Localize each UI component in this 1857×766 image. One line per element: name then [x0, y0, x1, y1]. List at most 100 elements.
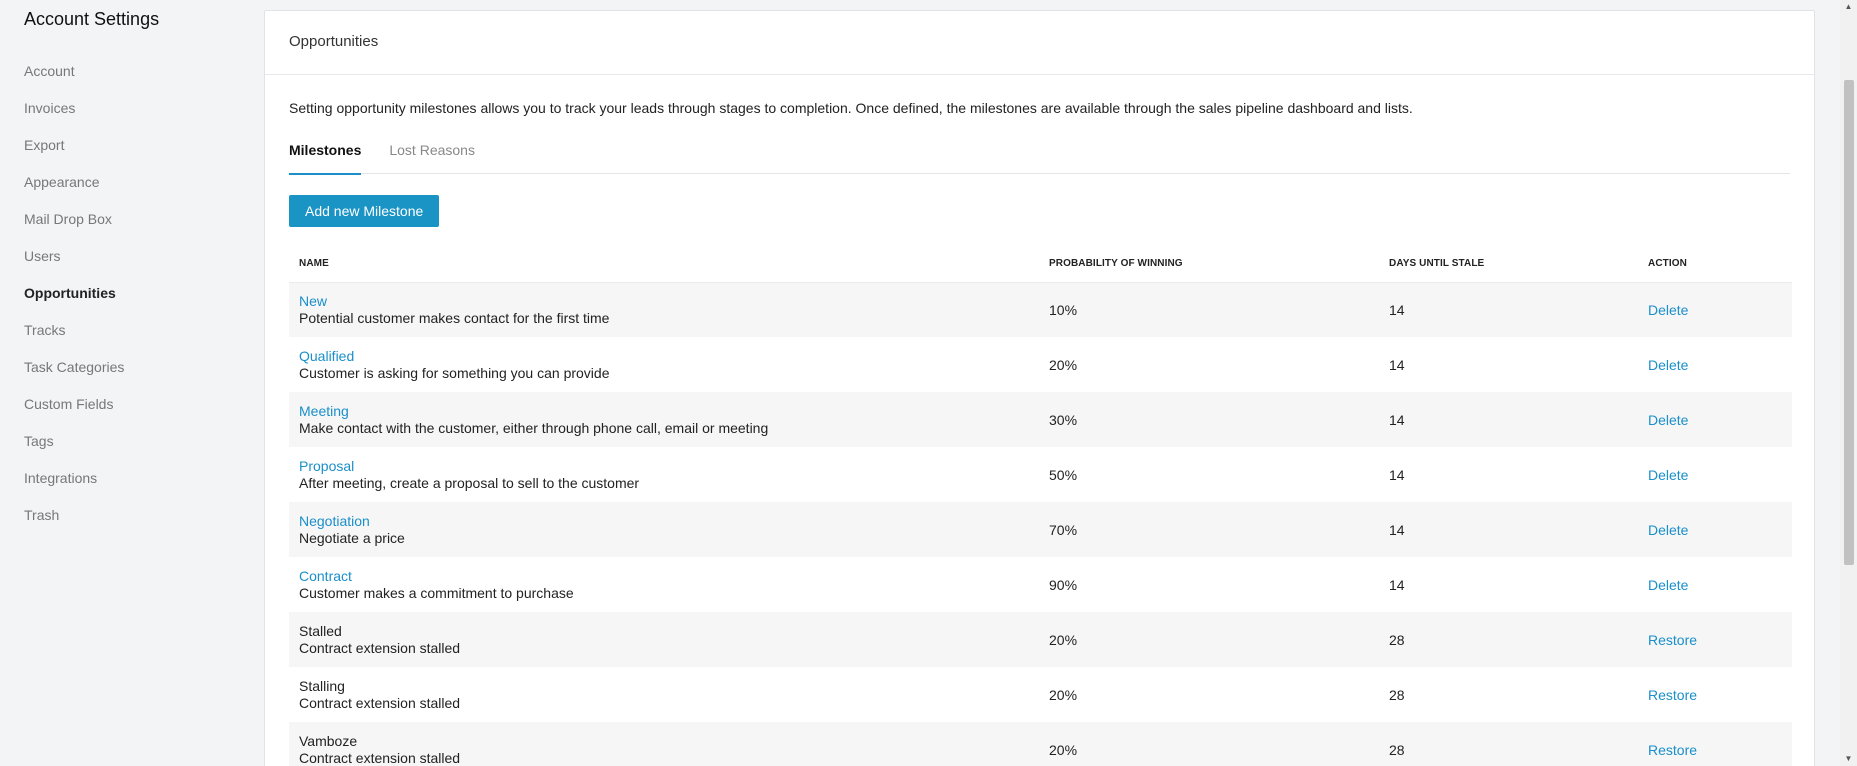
intro-text: Setting opportunity milestones allows yo… — [289, 100, 1413, 116]
delete-link[interactable]: Delete — [1648, 577, 1688, 593]
milestone-name-cell: New Potential customer makes contact for … — [289, 282, 1039, 337]
milestone-name: Vamboze — [299, 732, 358, 749]
milestone-description: Make contact with the customer, either t… — [299, 419, 769, 436]
milestone-description: Potential customer makes contact for the… — [299, 309, 610, 326]
milestone-name-cell: Negotiation Negotiate a price — [289, 502, 1039, 557]
milestone-name-cell: Contract Customer makes a commitment to p… — [289, 557, 1039, 612]
milestone-probability: 20% — [1049, 356, 1078, 373]
milestone-probability: 10% — [1039, 282, 1379, 337]
milestone-description: Contract extension stalled — [299, 749, 461, 766]
header-name[interactable]: NAME — [289, 246, 1039, 283]
milestone-name[interactable]: Meeting — [299, 403, 1029, 420]
scroll-up-icon[interactable]: ▲ — [1840, 0, 1857, 14]
scrollbar-thumb[interactable] — [1844, 80, 1854, 565]
milestone-name[interactable]: Negotiation — [299, 513, 1029, 530]
milestone-action-cell: Delete — [1638, 447, 1792, 502]
page-title: Opportunities — [265, 11, 1814, 75]
header-days-until-stale[interactable]: DAYS UNTIL STALE — [1379, 246, 1638, 283]
add-milestone-button[interactable]: Add new Milestone — [289, 195, 440, 227]
table-row: New Potential customer makes contact for … — [289, 282, 1792, 337]
milestone-name[interactable]: Qualified — [299, 348, 1029, 365]
milestone-name[interactable]: Contract — [299, 568, 1029, 585]
scroll-down-icon[interactable]: ▼ — [1840, 752, 1857, 766]
milestone-action-cell: Delete — [1638, 392, 1792, 447]
milestone-action-cell: Delete — [1638, 502, 1792, 557]
milestone-days-until-stale: 14 — [1379, 282, 1638, 337]
milestone-days-until-stale: 14 — [1389, 576, 1405, 593]
header-probability[interactable]: PROBABILITY OF WINNING — [1039, 246, 1379, 283]
milestone-name-cell: Stalling Contract extension stalled — [289, 667, 1039, 722]
milestone-days-until-stale: 28 — [1389, 686, 1405, 703]
sidebar-item-appearance[interactable]: Appearance — [24, 164, 264, 201]
sidebar-item-tags[interactable]: Tags — [24, 423, 264, 460]
milestone-name-cell: Proposal After meeting, create a proposal… — [289, 447, 1039, 502]
milestones-table: NAME PROBABILITY OF WINNING DAYS UNTIL S… — [289, 246, 1792, 766]
milestone-name-cell: Qualified Customer is asking for somethin… — [289, 337, 1039, 392]
sidebar-item-opportunities[interactable]: Opportunities — [24, 275, 264, 312]
milestone-probability: 50% — [1049, 466, 1078, 483]
milestone-probability: 30% — [1039, 392, 1379, 447]
milestone-days-until-stale: 28 — [1379, 612, 1638, 667]
milestone-days-until-stale: 14 — [1389, 466, 1405, 483]
milestone-probability: 90% — [1049, 576, 1078, 593]
sidebar-item-export[interactable]: Export — [24, 127, 264, 164]
milestone-probability: 70% — [1039, 502, 1379, 557]
sidebar-item-users[interactable]: Users — [24, 238, 264, 275]
milestone-name-cell: Meeting Make contact with the customer, e… — [289, 392, 1039, 447]
delete-link[interactable]: Delete — [1648, 357, 1688, 373]
delete-link[interactable]: Delete — [1648, 412, 1688, 428]
milestone-action-cell: Restore — [1638, 667, 1792, 722]
milestone-description: Customer is asking for something you can… — [299, 364, 610, 381]
tab-milestones[interactable]: Milestones — [289, 140, 362, 175]
tab-bar: Milestones Lost Reasons — [289, 140, 1790, 175]
restore-link[interactable]: Restore — [1648, 687, 1697, 703]
milestone-name-cell: Stalled Contract extension stalled — [289, 612, 1039, 667]
sidebar-item-tracks[interactable]: Tracks — [24, 312, 264, 349]
sidebar-title: Account Settings — [24, 9, 160, 29]
header-action: ACTION — [1638, 246, 1792, 283]
milestone-probability: 20% — [1049, 686, 1078, 703]
sidebar-item-task-categories[interactable]: Task Categories — [24, 349, 264, 386]
table-header-row: NAME PROBABILITY OF WINNING DAYS UNTIL S… — [289, 246, 1792, 283]
milestone-action-cell: Delete — [1638, 557, 1792, 612]
page-scrollbar[interactable]: ▲ ▼ — [1840, 0, 1857, 766]
tab-lost-reasons[interactable]: Lost Reasons — [389, 140, 475, 174]
milestone-days-until-stale: 14 — [1379, 502, 1638, 557]
table-row: Meeting Make contact with the customer, e… — [289, 392, 1792, 447]
milestone-days-until-stale: 14 — [1389, 356, 1405, 373]
milestone-name: Stalled — [299, 622, 342, 639]
sidebar-item-integrations[interactable]: Integrations — [24, 460, 264, 497]
sidebar-item-invoices[interactable]: Invoices — [24, 90, 264, 127]
milestone-days-until-stale: 14 — [1379, 392, 1638, 447]
settings-sidebar: Account Settings Account Invoices Export Ap… — [0, 0, 264, 766]
delete-link[interactable]: Delete — [1648, 467, 1688, 483]
milestone-name[interactable]: Proposal — [299, 458, 1029, 475]
delete-link[interactable]: Delete — [1648, 522, 1688, 538]
sidebar-item-account[interactable]: Account — [24, 53, 264, 90]
delete-link[interactable]: Delete — [1648, 302, 1688, 318]
milestone-probability: 20% — [1039, 722, 1379, 766]
table-row: Proposal After meeting, create a proposal… — [289, 447, 1792, 502]
table-row: Qualified Customer is asking for somethin… — [289, 337, 1792, 392]
milestone-description: After meeting, create a proposal to sell… — [299, 474, 640, 491]
restore-link[interactable]: Restore — [1648, 742, 1697, 758]
milestone-action-cell: Delete — [1638, 282, 1792, 337]
milestone-action-cell: Restore — [1638, 722, 1792, 766]
table-row: Negotiation Negotiate a price 70% 14 Delete — [289, 502, 1792, 557]
milestone-description: Customer makes a commitment to purchase — [299, 584, 574, 601]
milestone-days-until-stale: 28 — [1379, 722, 1638, 766]
milestone-name[interactable]: New — [299, 293, 1029, 310]
milestone-action-cell: Delete — [1638, 337, 1792, 392]
sidebar-item-trash[interactable]: Trash — [24, 497, 264, 534]
table-row: Contract Customer makes a commitment to p… — [289, 557, 1792, 612]
restore-link[interactable]: Restore — [1648, 632, 1697, 648]
milestone-description: Contract extension stalled — [299, 639, 461, 656]
milestone-action-cell: Restore — [1638, 612, 1792, 667]
sidebar-item-mail-drop-box[interactable]: Mail Drop Box — [24, 201, 264, 238]
milestone-name: Stalling — [299, 677, 345, 694]
table-row: Vamboze Contract extension stalled 20% 28 Re… — [289, 722, 1792, 766]
sidebar-item-custom-fields[interactable]: Custom Fields — [24, 386, 264, 423]
milestone-name-cell: Vamboze Contract extension stalled — [289, 722, 1039, 766]
milestone-description: Contract extension stalled — [299, 694, 461, 711]
opportunities-panel: Opportunities Setting opportunity milest… — [264, 10, 1815, 766]
